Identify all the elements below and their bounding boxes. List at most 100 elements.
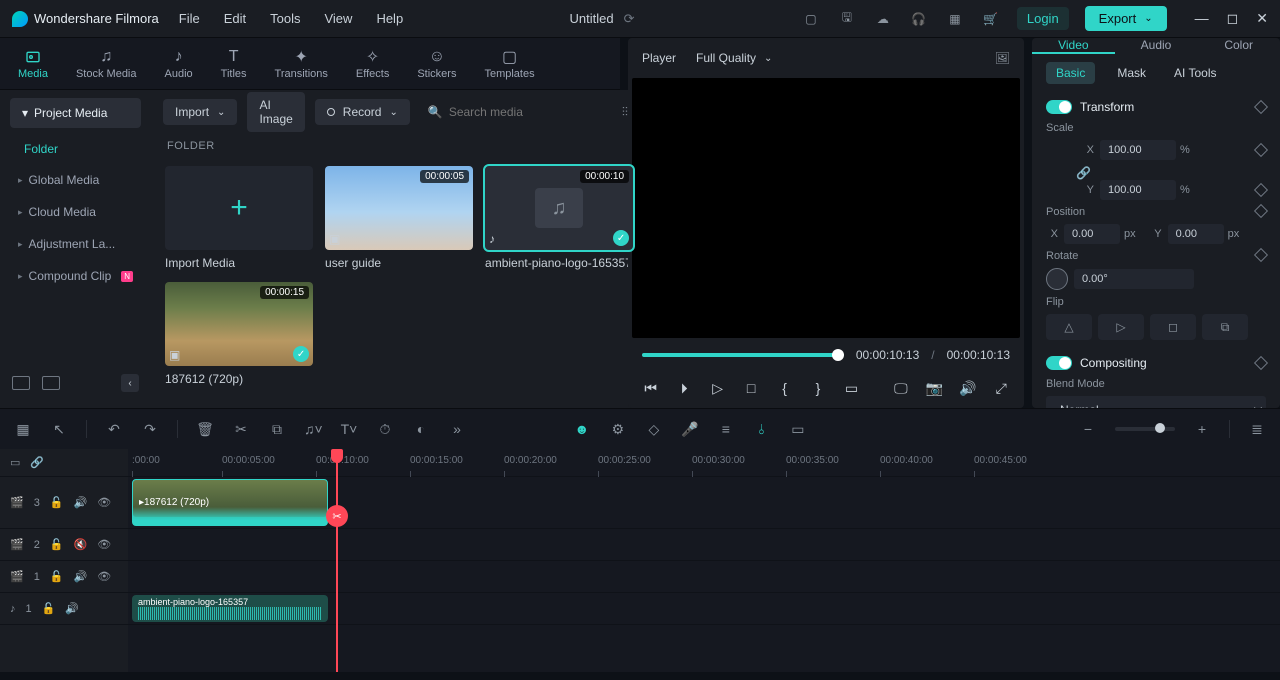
collapse-sidebar-button[interactable]: ‹ [121,374,139,392]
menu-view[interactable]: View [324,11,352,26]
tab-color[interactable]: Color [1197,38,1280,54]
project-media-header[interactable]: ▾Project Media [10,98,141,128]
sidebar-cloud-media[interactable]: ▸Cloud Media [0,196,151,228]
ribbon-media[interactable]: Media [18,48,48,80]
keyframe-diamond-icon[interactable] [1254,248,1268,262]
timeline-ruler[interactable]: :00:00 00:00:05:00 00:00:10:00 00:00:15:… [128,449,1280,477]
zoom-out-button[interactable]: − [1079,421,1097,437]
ribbon-templates[interactable]: ▢Templates [484,48,534,80]
login-button[interactable]: Login [1017,7,1069,30]
stop-button[interactable]: □ [742,380,759,396]
cursor-icon[interactable]: ↖ [50,421,68,438]
text-button[interactable]: T˅ [340,421,358,437]
mute-icon[interactable]: 🔊 [65,602,79,615]
audio-clip-ambient-piano[interactable]: ambient-piano-logo-165357 [132,595,328,622]
mark-out-button[interactable]: } [809,380,826,396]
keyframe-diamond-icon[interactable] [1254,356,1268,370]
more-tools-button[interactable]: » [448,421,466,437]
folder-label[interactable]: Folder [0,134,151,164]
audio-track-1-header[interactable]: ♪1🔓🔊 [0,593,128,625]
timeline-tracks[interactable]: :00:00 00:00:05:00 00:00:10:00 00:00:15:… [128,449,1280,672]
sidebar-global-media[interactable]: ▸Global Media [0,164,151,196]
visibility-icon[interactable]: 👁 [97,496,111,509]
lock-icon[interactable]: 🔓 [50,496,64,509]
lock-icon[interactable]: 🔓 [42,602,56,615]
slider-handle[interactable] [1155,423,1165,433]
track-options-icon[interactable]: ▭ [10,456,20,469]
keyframe-diamond-icon[interactable] [1254,100,1268,114]
media-item-ambient-piano[interactable]: ♫00:00:10♪✓ ambient-piano-logo-165357 [485,166,633,270]
playhead[interactable]: ✂ [336,449,338,672]
grid-view-icon[interactable]: ▦ [14,421,32,438]
transform-toggle[interactable] [1046,100,1072,114]
new-bin-icon[interactable] [42,376,60,390]
video-track-1[interactable] [128,561,1280,593]
volume-button[interactable]: 🔊 [959,380,976,397]
tab-audio[interactable]: Audio [1115,38,1198,54]
subtab-basic[interactable]: Basic [1046,62,1095,84]
ribbon-titles[interactable]: TTitles [221,48,247,80]
marker-button[interactable]: ◇ [645,421,663,438]
delete-button[interactable]: 🗑 [196,421,214,438]
close-button[interactable]: ✕ [1256,10,1268,27]
pos-x-input[interactable] [1064,224,1120,244]
speed-button[interactable]: ⏱ [376,421,394,438]
snapshot-icon[interactable]: 🖼 [995,51,1010,65]
mixer-button[interactable]: ≡ [717,421,735,437]
visibility-icon[interactable]: 👁 [97,538,111,551]
lock-icon[interactable]: 🔓 [50,570,64,583]
sidebar-adjustment-layer[interactable]: ▸Adjustment La... [0,228,151,260]
fullscreen-button[interactable]: ⤢ [993,380,1010,397]
mark-in-button[interactable]: { [776,380,793,396]
play-button[interactable]: ▷ [709,380,726,397]
tab-video[interactable]: Video [1032,38,1115,54]
ribbon-transitions[interactable]: ✦Transitions [275,48,328,80]
menu-tools[interactable]: Tools [270,11,300,26]
subtab-ai-tools[interactable]: AI Tools [1168,62,1222,84]
ribbon-stock-media[interactable]: ♫Stock Media [76,48,137,80]
blend-mode-select[interactable]: Normal [1046,396,1266,408]
keyframe-diamond-icon[interactable] [1254,204,1268,218]
record-dropdown[interactable]: Record⌄ [315,99,410,125]
menu-help[interactable]: Help [376,11,403,26]
track-view-button[interactable]: ≣ [1248,421,1266,438]
sync-icon[interactable]: ⟳ [624,11,635,27]
sidebar-compound-clip[interactable]: ▸Compound ClipN [0,260,151,292]
flip-reset-button[interactable]: ◻ [1150,314,1196,340]
media-import-card[interactable]: + Import Media [165,166,313,270]
menu-file[interactable]: File [179,11,200,26]
visibility-icon[interactable]: 👁 [97,570,111,583]
keyframe-diamond-icon[interactable] [1254,183,1268,197]
save-icon[interactable]: 🖫 [837,9,857,29]
device-icon[interactable]: ▢ [801,9,821,29]
camera-button[interactable]: 📷 [926,380,943,397]
import-dropdown[interactable]: Import⌄ [163,99,237,125]
search-input[interactable] [449,105,604,119]
redo-button[interactable]: ↷ [141,421,159,438]
undo-button[interactable]: ↶ [105,421,123,438]
prev-frame-button[interactable]: ⏮ [642,380,659,397]
crop-button[interactable]: ⧉ [268,421,286,438]
headset-icon[interactable]: 🎧 [909,9,929,29]
subtab-mask[interactable]: Mask [1111,62,1152,84]
rotate-input[interactable] [1074,269,1194,289]
scrubber-handle[interactable] [832,349,844,361]
rotate-dial[interactable] [1046,268,1068,290]
link-xy-icon[interactable]: 🔗 [1076,166,1266,180]
flip-horizontal-button[interactable]: △ [1046,314,1092,340]
zoom-in-button[interactable]: + [1193,421,1211,437]
mute-icon[interactable]: 🔇 [74,538,88,551]
audio-track-1[interactable]: ambient-piano-logo-165357 [128,593,1280,625]
new-folder-icon[interactable] [12,376,30,390]
media-item-187612[interactable]: 00:00:15▣✓ 187612 (720p) [165,282,313,386]
video-track-2-header[interactable]: 🎬2🔓🔇👁 [0,529,128,561]
video-track-3[interactable]: ▸187612 (720p) [128,477,1280,529]
video-clip-187612[interactable]: ▸187612 (720p) [132,479,328,526]
ratio-button[interactable]: ▭ [843,380,860,397]
filter-icon[interactable]: ⫶⫶ [622,105,628,120]
ribbon-audio[interactable]: ♪Audio [165,48,193,80]
scrubber[interactable] [642,353,844,357]
scale-x-input[interactable] [1100,140,1176,160]
zoom-slider[interactable] [1115,427,1175,431]
split-scissor-icon[interactable]: ✂ [326,505,348,527]
